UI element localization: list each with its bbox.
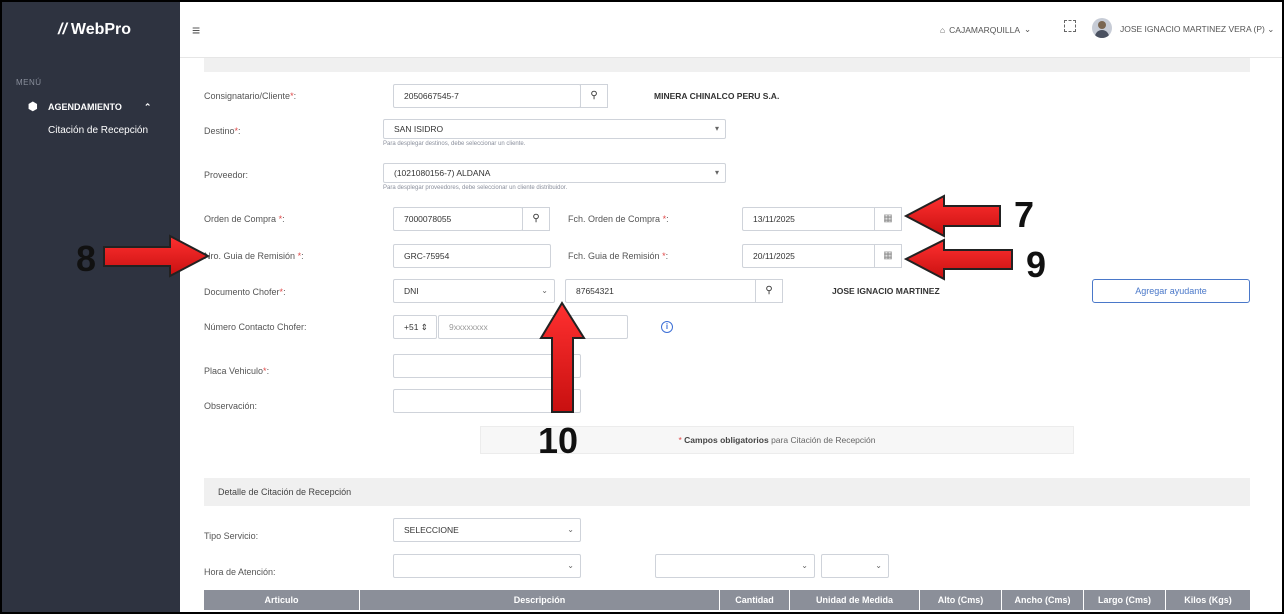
- annotation-arrows: [103, 194, 1013, 413]
- arrow-10: [539, 301, 586, 413]
- arrow-7: [903, 194, 1001, 238]
- annotation-7: 7: [1014, 194, 1035, 235]
- annotation-9: 9: [1026, 244, 1047, 285]
- annotation-8: 8: [76, 238, 97, 279]
- arrow-9: [903, 238, 1013, 281]
- annotation-10: 10: [538, 420, 579, 461]
- arrow-8: [103, 234, 211, 278]
